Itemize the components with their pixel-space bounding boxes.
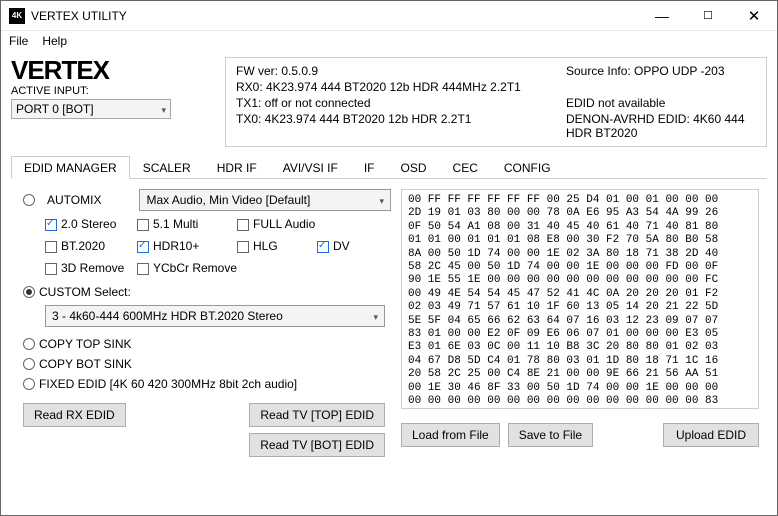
custom-combo[interactable]: 3 - 4k60-444 600MHz HDR BT.2020 Stereo [45,305,385,327]
read-tv-top-edid-button[interactable]: Read TV [TOP] EDID [249,403,385,427]
chk-hdr10[interactable]: HDR10+ [137,239,237,253]
edid-hex-view: 00 FF FF FF FF FF FF 00 25 D4 01 00 01 0… [401,189,759,409]
edid-na: EDID not available [566,96,756,110]
automix-label: AUTOMIX [47,193,101,207]
tab-cec[interactable]: CEC [440,156,491,179]
port-select[interactable]: PORT 0 [BOT] [11,99,171,119]
automix-combo-value: Max Audio, Min Video [Default] [146,193,310,207]
close-button[interactable]: ✕ [731,1,777,31]
tab-osd[interactable]: OSD [388,156,440,179]
automix-combo[interactable]: Max Audio, Min Video [Default] [139,189,391,211]
denon-info: DENON-AVRHD EDID: 4K60 444 HDR BT2020 [566,112,756,140]
brand-panel: VERTEX ACTIVE INPUT: PORT 0 [BOT] [11,57,215,147]
port-select-value: PORT 0 [BOT] [16,102,94,116]
chk-hlg[interactable]: HLG [237,239,317,253]
maximize-button[interactable]: ☐ [685,1,731,31]
window-title: VERTEX UTILITY [31,9,639,23]
tab-edid-manager[interactable]: EDID MANAGER [11,156,130,179]
copy-top-label: COPY TOP SINK [39,337,131,351]
custom-select-label: CUSTOM Select: [39,285,131,299]
app-icon: 4K [9,8,25,24]
fixed-edid-label: FIXED EDID [4K 60 420 300MHz 8bit 2ch au… [39,377,297,391]
chk-multi[interactable]: 5.1 Multi [137,217,237,231]
upload-edid-button[interactable]: Upload EDID [663,423,759,447]
source-info: Source Info: OPPO UDP -203 [566,64,756,78]
custom-select-radio[interactable] [23,286,35,298]
tab-hdr-if[interactable]: HDR IF [204,156,270,179]
chk-ycbcr-remove[interactable]: YCbCr Remove [137,261,317,275]
copy-bot-label: COPY BOT SINK [39,357,132,371]
chk-stereo[interactable]: 2.0 Stereo [45,217,137,231]
chevron-down-icon [373,309,378,323]
fixed-edid-radio[interactable] [23,378,35,390]
copy-bot-row[interactable]: COPY BOT SINK [23,357,391,371]
titlebar: 4K VERTEX UTILITY — ☐ ✕ [1,1,777,31]
copy-top-radio[interactable] [23,338,35,350]
tab-avi-vsi-if[interactable]: AVI/VSI IF [270,156,351,179]
chk-full[interactable]: FULL Audio [237,217,317,231]
tx1-info: TX1: off or not connected [236,96,566,110]
read-tv-bot-edid-button[interactable]: Read TV [BOT] EDID [249,433,385,457]
copy-bot-radio[interactable] [23,358,35,370]
custom-combo-value: 3 - 4k60-444 600MHz HDR BT.2020 Stereo [52,309,283,323]
menubar: File Help [1,31,777,51]
tab-scaler[interactable]: SCALER [130,156,204,179]
chk-dv[interactable]: DV [317,239,377,253]
tab-config[interactable]: CONFIG [491,156,564,179]
read-rx-edid-button[interactable]: Read RX EDID [23,403,126,427]
menu-help[interactable]: Help [42,34,67,48]
tx0-info: TX0: 4K23.974 444 BT2020 12b HDR 2.2T1 [236,112,566,140]
fixed-edid-row[interactable]: FIXED EDID [4K 60 420 300MHz 8bit 2ch au… [23,377,391,391]
load-from-file-button[interactable]: Load from File [401,423,500,447]
active-input-label: ACTIVE INPUT: [11,85,215,97]
menu-file[interactable]: File [9,34,28,48]
chevron-down-icon [161,102,166,116]
tab-if[interactable]: IF [351,156,388,179]
copy-top-row[interactable]: COPY TOP SINK [23,337,391,351]
info-panel: FW ver: 0.5.0.9 Source Info: OPPO UDP -2… [225,57,767,147]
automix-radio[interactable] [23,194,35,206]
rx0-info: RX0: 4K23.974 444 BT2020 12b HDR 444MHz … [236,80,566,94]
fw-ver: FW ver: 0.5.0.9 [236,64,566,78]
custom-select-row[interactable]: CUSTOM Select: [23,285,391,299]
tab-bar: EDID MANAGER SCALER HDR IF AVI/VSI IF IF… [11,155,767,179]
chk-3d-remove[interactable]: 3D Remove [45,261,137,275]
brand-logo: VERTEX [11,57,215,83]
chevron-down-icon [379,193,384,207]
save-to-file-button[interactable]: Save to File [508,423,593,447]
minimize-button[interactable]: — [639,1,685,31]
edid-manager-panel: AUTOMIX Max Audio, Min Video [Default] 2… [11,189,391,457]
chk-bt2020[interactable]: BT.2020 [45,239,137,253]
